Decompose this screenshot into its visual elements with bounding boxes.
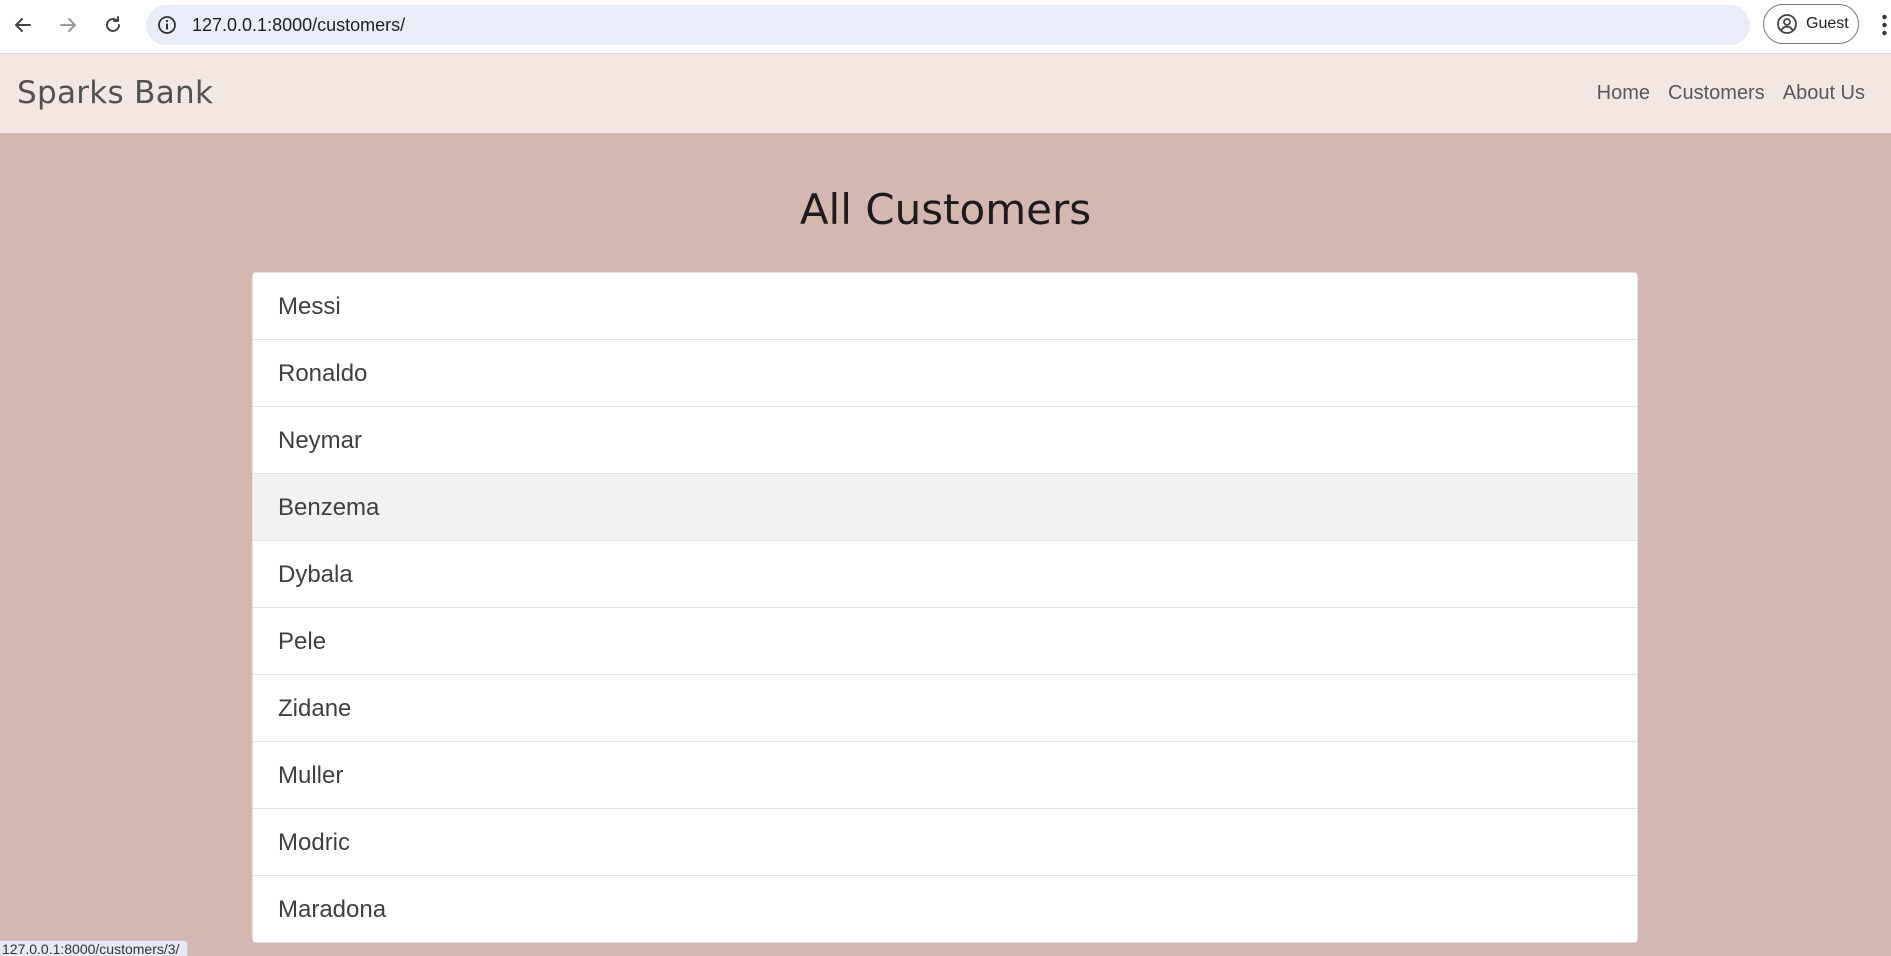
- back-button[interactable]: [8, 10, 38, 40]
- arrow-right-icon: [60, 18, 76, 32]
- customer-item[interactable]: Zidane: [253, 675, 1637, 742]
- menu-kebab-icon[interactable]: [1878, 12, 1891, 38]
- site-info-icon[interactable]: [156, 14, 178, 36]
- address-bar[interactable]: 127.0.0.1:8000/customers/: [146, 5, 1750, 45]
- profile-icon: [1777, 14, 1797, 34]
- customer-item[interactable]: Pele: [253, 608, 1637, 675]
- nav-link-about-us[interactable]: About Us: [1783, 82, 1865, 105]
- customer-item[interactable]: Neymar: [253, 407, 1637, 474]
- site-navbar: Sparks Bank Home Customers About Us: [0, 54, 1891, 133]
- page-title: All Customers: [799, 185, 1092, 234]
- customer-item[interactable]: Modric: [253, 809, 1637, 876]
- customer-item[interactable]: Benzema: [253, 474, 1637, 541]
- reload-icon: [106, 16, 120, 32]
- nav-links: Home Customers About Us: [1579, 54, 1865, 133]
- profile-button[interactable]: Guest: [1763, 4, 1859, 44]
- nav-link-home[interactable]: Home: [1597, 82, 1650, 105]
- customer-item[interactable]: Dybala: [253, 541, 1637, 608]
- customer-item[interactable]: Muller: [253, 742, 1637, 809]
- customer-list: Messi Ronaldo Neymar Benzema Dybala Pele…: [252, 272, 1638, 943]
- customer-item[interactable]: Maradona: [253, 876, 1637, 942]
- customer-item[interactable]: Ronaldo: [253, 340, 1637, 407]
- arrow-left-icon: [15, 18, 31, 32]
- link-status-bar: 127.0.0.1:8000/customers/3/: [0, 940, 189, 956]
- reload-button[interactable]: [98, 10, 128, 40]
- browser-toolbar: 127.0.0.1:8000/customers/ Guest: [0, 0, 1891, 54]
- profile-label: Guest: [1806, 15, 1849, 32]
- customer-item[interactable]: Messi: [253, 273, 1637, 340]
- url-text[interactable]: 127.0.0.1:8000/customers/: [192, 5, 405, 45]
- nav-link-customers[interactable]: Customers: [1668, 82, 1765, 105]
- brand-logo[interactable]: Sparks Bank: [17, 54, 213, 133]
- forward-button[interactable]: [53, 10, 83, 40]
